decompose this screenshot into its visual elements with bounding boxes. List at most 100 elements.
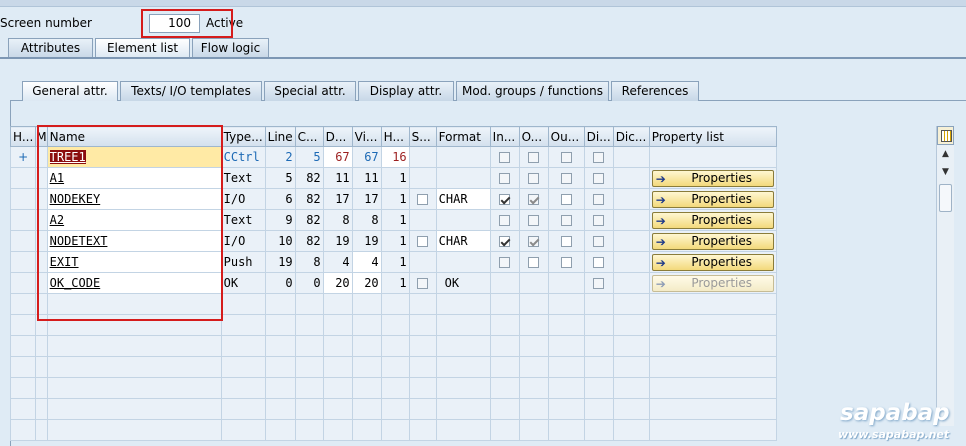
cell	[547, 272, 585, 294]
height-cell: 1	[380, 167, 410, 189]
col-header[interactable]: O...	[518, 126, 549, 147]
col-header[interactable]: In...	[489, 126, 520, 147]
checkbox[interactable]	[560, 236, 572, 247]
row-marker[interactable]	[10, 209, 37, 231]
col-cell: 0	[294, 272, 324, 294]
scroll-up-icon[interactable]: ▲	[937, 146, 954, 162]
col-header[interactable]: S...	[408, 126, 437, 147]
line-cell: 6	[264, 188, 296, 210]
cell-checkbox	[518, 209, 549, 231]
tab-label: General attr.	[32, 84, 108, 98]
vislen-cell[interactable]: 4	[351, 251, 382, 273]
tab-label: Display attr.	[369, 84, 443, 98]
checkbox-checked[interactable]	[499, 236, 511, 247]
cell	[612, 146, 650, 168]
col-header[interactable]: H...	[380, 126, 410, 147]
tab-special-attr[interactable]: Special attr.	[264, 81, 356, 101]
arrow-right-icon: ➔	[655, 213, 666, 228]
cell-checkbox	[489, 209, 520, 231]
checkbox	[560, 173, 572, 184]
arrow-right-icon: ➔	[655, 192, 666, 207]
height-cell[interactable]: 16	[380, 146, 410, 168]
col-header[interactable]: C...	[294, 126, 324, 147]
row-marker[interactable]: +	[10, 146, 37, 168]
empty-row[interactable]	[10, 398, 777, 420]
empty-row[interactable]	[10, 377, 777, 399]
checkbox[interactable]	[417, 194, 429, 205]
col-header[interactable]: Ou...	[547, 126, 585, 147]
properties-button[interactable]: ➔ Properties	[651, 190, 774, 208]
empty-row[interactable]	[10, 335, 777, 357]
vislen-cell[interactable]: 20	[351, 272, 382, 294]
table-settings-icon[interactable]	[937, 126, 954, 145]
col-header-property-list[interactable]: Property list	[648, 126, 777, 147]
screen-number-label: Screen number	[0, 16, 92, 30]
col-cell: 82	[294, 230, 324, 252]
col-header[interactable]: Format	[435, 126, 491, 147]
type-cell: I/O	[220, 188, 266, 210]
tab-texts-io-templates[interactable]: Texts/ I/O templates	[120, 81, 262, 101]
col-header[interactable]: Di...	[583, 126, 614, 147]
checkbox[interactable]	[593, 257, 605, 268]
type-cell: Text	[220, 209, 266, 231]
line-cell: 0	[264, 272, 296, 294]
line-cell: 10	[264, 230, 296, 252]
row-marker[interactable]	[10, 272, 37, 294]
type-cell: I/O	[220, 230, 266, 252]
checkbox	[560, 215, 572, 226]
empty-row[interactable]	[10, 419, 777, 441]
cell-checkbox	[489, 146, 520, 168]
scrollbar-thumb[interactable]	[939, 184, 952, 212]
properties-button[interactable]: ➔ Properties	[651, 211, 774, 229]
tab-flow-logic[interactable]: Flow logic	[192, 38, 269, 58]
row-marker[interactable]	[10, 188, 37, 210]
tab-general-attr[interactable]: General attr.	[22, 81, 118, 101]
cell-checkbox	[583, 188, 614, 210]
deflen-cell[interactable]: 20	[322, 272, 353, 294]
properties-button[interactable]: ➔ Properties	[651, 232, 774, 250]
col-header[interactable]: Dic...	[612, 126, 650, 147]
row-marker[interactable]	[10, 167, 37, 189]
properties-button[interactable]: ➔ Properties	[651, 169, 774, 187]
empty-row[interactable]	[10, 356, 777, 378]
cell	[408, 146, 437, 168]
properties-button[interactable]: ➔ Properties	[651, 253, 774, 271]
tab-mod-groups-functions[interactable]: Mod. groups / functions	[456, 81, 609, 101]
tab-display-attr[interactable]: Display attr.	[358, 81, 454, 101]
vertical-scrollbar[interactable]: ▲ ▼	[936, 126, 954, 426]
tab-label: Attributes	[20, 41, 81, 55]
checkbox[interactable]	[528, 257, 540, 268]
cell-checkbox	[518, 167, 549, 189]
col-cell: 82	[294, 188, 324, 210]
cell	[518, 272, 549, 294]
tab-attributes[interactable]: Attributes	[8, 38, 93, 58]
checkbox[interactable]	[560, 194, 572, 205]
highlight-box-name-column	[37, 125, 223, 321]
checkbox	[528, 152, 540, 163]
deflen-cell[interactable]: 67	[322, 146, 353, 168]
row-marker[interactable]	[10, 251, 37, 273]
col-header[interactable]: Type...	[220, 126, 266, 147]
checkbox[interactable]	[417, 236, 429, 247]
line-cell: 9	[264, 209, 296, 231]
scroll-down-icon[interactable]: ▼	[937, 164, 954, 180]
col-header[interactable]: Line	[264, 126, 296, 147]
col-header[interactable]: H...	[10, 126, 37, 147]
checkbox[interactable]	[560, 257, 572, 268]
row-marker[interactable]	[10, 230, 37, 252]
cell	[408, 167, 437, 189]
checkbox	[593, 173, 605, 184]
deflen-cell: 11	[322, 167, 353, 189]
tab-references[interactable]: References	[611, 81, 699, 101]
cell	[612, 167, 650, 189]
cell-checkbox	[583, 272, 614, 294]
checkbox	[593, 194, 605, 205]
col-header[interactable]: Vi...	[351, 126, 382, 147]
cell	[489, 272, 520, 294]
tab-element-list[interactable]: Element list	[95, 38, 190, 58]
type-cell: Text	[220, 167, 266, 189]
col-header[interactable]: D...	[322, 126, 353, 147]
checkbox-checked[interactable]	[499, 194, 511, 205]
cell-checkbox	[583, 209, 614, 231]
line-cell: 2	[264, 146, 296, 168]
